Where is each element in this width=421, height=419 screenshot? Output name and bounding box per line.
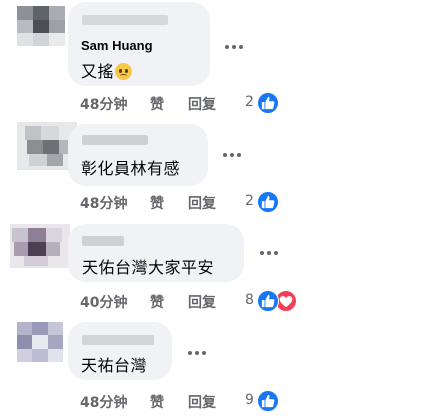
- blurred-region: [82, 335, 154, 345]
- comment-timestamp[interactable]: 48分钟: [80, 94, 127, 114]
- avatar[interactable]: [17, 322, 63, 362]
- comment-author[interactable]: Sam Huang: [81, 38, 153, 53]
- reaction-summary[interactable]: 2: [243, 92, 283, 114]
- more-options-button[interactable]: [222, 150, 242, 160]
- reply-button[interactable]: 回复: [188, 94, 216, 114]
- comment-text: 天佑台灣大家平安: [82, 258, 215, 277]
- avatar[interactable]: [10, 224, 70, 268]
- comment-thread: Sam Huang 又搖 48分钟 赞 回复 2 彰化員林有感 48分钟 赞 回…: [0, 0, 421, 419]
- like-button[interactable]: 赞: [150, 292, 164, 312]
- like-button[interactable]: 赞: [150, 392, 164, 412]
- comment-timestamp[interactable]: 40分钟: [80, 292, 127, 312]
- more-options-button[interactable]: [187, 348, 207, 358]
- like-reaction-icon: [257, 191, 279, 213]
- comment-text-content: 又搖: [81, 62, 115, 81]
- more-options-button[interactable]: [224, 42, 244, 52]
- blurred-region: [82, 236, 124, 246]
- reply-button[interactable]: 回复: [188, 392, 216, 412]
- comment-timestamp[interactable]: 48分钟: [80, 392, 127, 412]
- reaction-count: 2: [245, 94, 254, 110]
- comment-text: 又搖: [81, 58, 133, 82]
- sad-face-emoji-icon: [115, 63, 133, 80]
- like-button[interactable]: 赞: [150, 94, 164, 114]
- reaction-count: 9: [245, 392, 254, 408]
- comment-text: 彰化員林有感: [81, 159, 181, 178]
- reaction-count: 8: [245, 292, 254, 308]
- reaction-summary[interactable]: 2: [243, 191, 283, 213]
- like-reaction-icon: [257, 390, 279, 412]
- more-options-button[interactable]: [259, 248, 279, 258]
- like-button[interactable]: 赞: [150, 193, 164, 213]
- reaction-summary[interactable]: 8: [243, 290, 303, 312]
- blurred-region: [82, 15, 168, 25]
- like-reaction-icon: [257, 92, 279, 114]
- reaction-count: 2: [245, 193, 254, 209]
- avatar[interactable]: [17, 6, 65, 46]
- reply-button[interactable]: 回复: [188, 193, 216, 213]
- reaction-summary[interactable]: 9: [243, 390, 283, 412]
- comment-text: 天祐台灣: [81, 356, 148, 375]
- like-reaction-icon: [257, 290, 279, 312]
- comment-timestamp[interactable]: 48分钟: [80, 193, 127, 213]
- reply-button[interactable]: 回复: [188, 292, 216, 312]
- blurred-region: [82, 135, 148, 145]
